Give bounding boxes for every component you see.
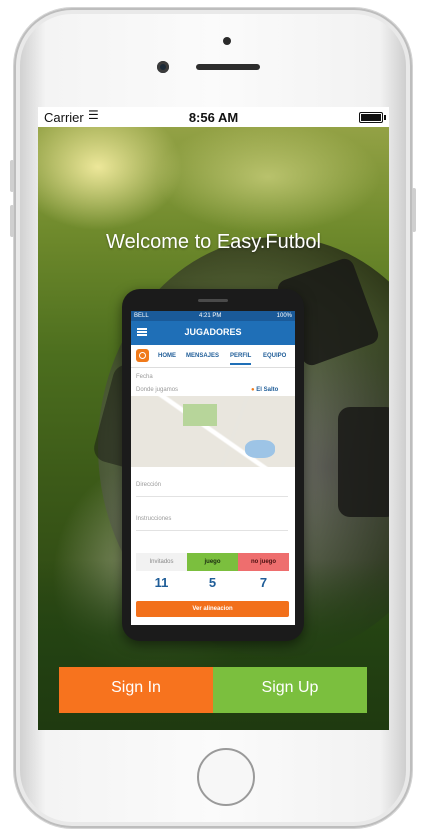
- power-button: [412, 188, 416, 232]
- volume-up-button: [10, 160, 14, 192]
- preview-nav-bar: JUGADORES: [131, 321, 295, 345]
- ball-patch: [338, 407, 389, 517]
- field-divider: [136, 496, 288, 497]
- preview-status-bar: BELL 4:21 PM 100%: [131, 311, 295, 321]
- preview-location: ● El Salto: [251, 387, 278, 393]
- preview-donde-label: Donde jugamos: [136, 387, 179, 393]
- preview-tab-mensajes: MENSAJES: [186, 353, 220, 359]
- preview-nav-title: JUGADORES: [184, 327, 242, 337]
- preview-time: 4:21 PM: [199, 313, 222, 319]
- preview-no-juego-label: no juego: [238, 553, 289, 571]
- preview-tab-equipo: EQUIPO: [263, 353, 287, 359]
- preview-direccion-label: Dirección: [136, 482, 162, 488]
- proximity-sensor: [223, 37, 231, 45]
- preview-tab-home: HOME: [158, 353, 176, 359]
- welcome-title: Welcome to Easy.Futbol: [106, 231, 321, 253]
- preview-invitados-count: 11: [154, 575, 169, 590]
- preview-fecha-label: Fecha: [136, 374, 153, 380]
- preview-tab-perfil: PERFIL: [230, 353, 252, 365]
- field-divider: [136, 530, 288, 531]
- preview-no-juego-count: 7: [259, 575, 268, 590]
- volume-down-button: [10, 205, 14, 237]
- preview-speaker: [198, 299, 228, 302]
- app-screen: Carrier ☰ 8:56 AM Welcome to Easy.Futbol…: [38, 107, 389, 730]
- preview-tab-bar: HOME MENSAJES PERFIL EQUIPO: [131, 345, 295, 368]
- battery-icon: [359, 112, 386, 123]
- status-bar: Carrier ☰ 8:56 AM: [38, 107, 389, 127]
- earpiece-speaker: [196, 64, 260, 70]
- preview-carrier: BELL: [134, 313, 149, 319]
- preview-juego-count: 5: [208, 575, 217, 590]
- preview-instrucciones-label: Instrucciones: [136, 516, 172, 522]
- preview-battery: 100%: [276, 313, 292, 319]
- location-pin-icon: ●: [251, 387, 255, 393]
- home-button[interactable]: [197, 748, 255, 806]
- sign-in-button[interactable]: Sign In: [59, 667, 213, 713]
- sign-up-button[interactable]: Sign Up: [213, 667, 367, 713]
- map-water: [245, 440, 275, 458]
- app-preview-phone: BELL 4:21 PM 100% JUGADORES HOME MENSAJE…: [122, 289, 304, 641]
- app-logo-icon: [136, 349, 149, 362]
- preview-juego-label: juego: [187, 553, 238, 571]
- front-camera-icon: [157, 61, 169, 73]
- map-park: [183, 404, 217, 426]
- preview-donde-value: El Salto: [256, 387, 279, 393]
- preview-ver-alineacion-button: Ver alineacion: [136, 601, 289, 617]
- app-preview-screen: BELL 4:21 PM 100% JUGADORES HOME MENSAJE…: [131, 311, 295, 625]
- preview-map: [131, 396, 295, 467]
- preview-invitados-label: Invitados: [136, 553, 187, 571]
- status-time: 8:56 AM: [188, 110, 239, 125]
